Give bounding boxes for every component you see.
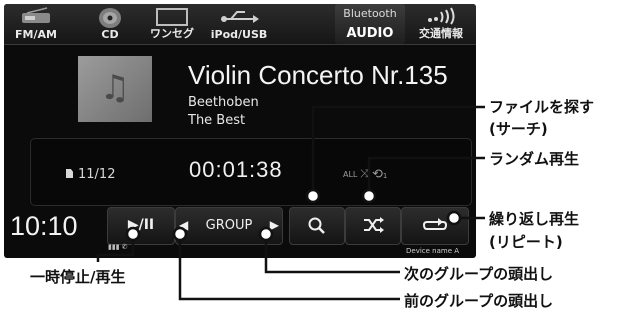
- callout-repeat-sub: (リピート): [489, 233, 563, 251]
- callout-prev-group: 前のグループの頭出し: [404, 292, 554, 310]
- callout-next-group: 次のグループの頭出し: [404, 265, 554, 283]
- callout-pause-play: 一時停止/再生: [30, 268, 126, 286]
- callout-random: ランダム再生: [489, 150, 580, 168]
- callout-search: ファイルを探す: [489, 98, 595, 116]
- callout-search-sub: (サーチ): [489, 120, 548, 138]
- callout-repeat: 繰り返し再生: [489, 210, 580, 228]
